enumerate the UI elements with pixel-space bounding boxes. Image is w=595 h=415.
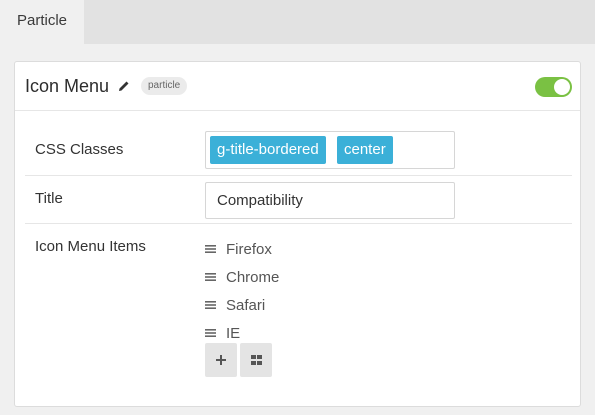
grid-view-button[interactable] — [240, 343, 272, 377]
card-header: Icon Menu particle — [15, 62, 580, 111]
plus-icon — [216, 355, 226, 365]
drag-handle-icon[interactable] — [205, 300, 216, 310]
css-classes-row: CSS Classes g-title-bordered center — [25, 111, 572, 176]
menu-item-label: Chrome — [226, 268, 280, 286]
menu-item-safari[interactable]: Safari — [205, 295, 265, 315]
add-item-button[interactable] — [205, 343, 237, 377]
drag-handle-icon[interactable] — [205, 272, 216, 282]
menu-item-chrome[interactable]: Chrome — [205, 267, 279, 287]
tab-particle[interactable]: Particle — [0, 0, 84, 44]
tag-center[interactable]: center — [337, 136, 393, 164]
title-label: Title — [35, 190, 63, 207]
drag-handle-icon[interactable] — [205, 328, 216, 338]
particle-badge: particle — [141, 77, 188, 95]
css-classes-input[interactable]: g-title-bordered center — [205, 131, 455, 169]
menu-item-label: Safari — [226, 296, 266, 314]
title-input[interactable] — [205, 182, 455, 219]
drag-handle-icon[interactable] — [205, 244, 216, 254]
menu-item-firefox[interactable]: Firefox — [205, 239, 272, 259]
pencil-icon[interactable] — [118, 80, 130, 92]
css-classes-label: CSS Classes — [35, 141, 124, 158]
enable-toggle[interactable] — [535, 77, 572, 97]
grid-icon — [250, 355, 262, 365]
tab-bar: Particle — [0, 0, 595, 44]
card-title: Icon Menu — [25, 76, 110, 96]
menu-item-label: Firefox — [226, 240, 272, 258]
tag-g-title-bordered[interactable]: g-title-bordered — [210, 136, 326, 164]
icon-menu-items-label: Icon Menu Items — [35, 238, 146, 255]
menu-item-ie[interactable]: IE — [205, 323, 240, 343]
toggle-knob — [554, 79, 570, 95]
particle-card: Icon Menu particle CSS Classes g-title-b… — [14, 61, 581, 407]
menu-item-label: IE — [226, 324, 241, 342]
icon-menu-items-row: Icon Menu Items Firefox Chrome Safari IE — [25, 224, 572, 406]
title-row: Title — [25, 176, 572, 224]
